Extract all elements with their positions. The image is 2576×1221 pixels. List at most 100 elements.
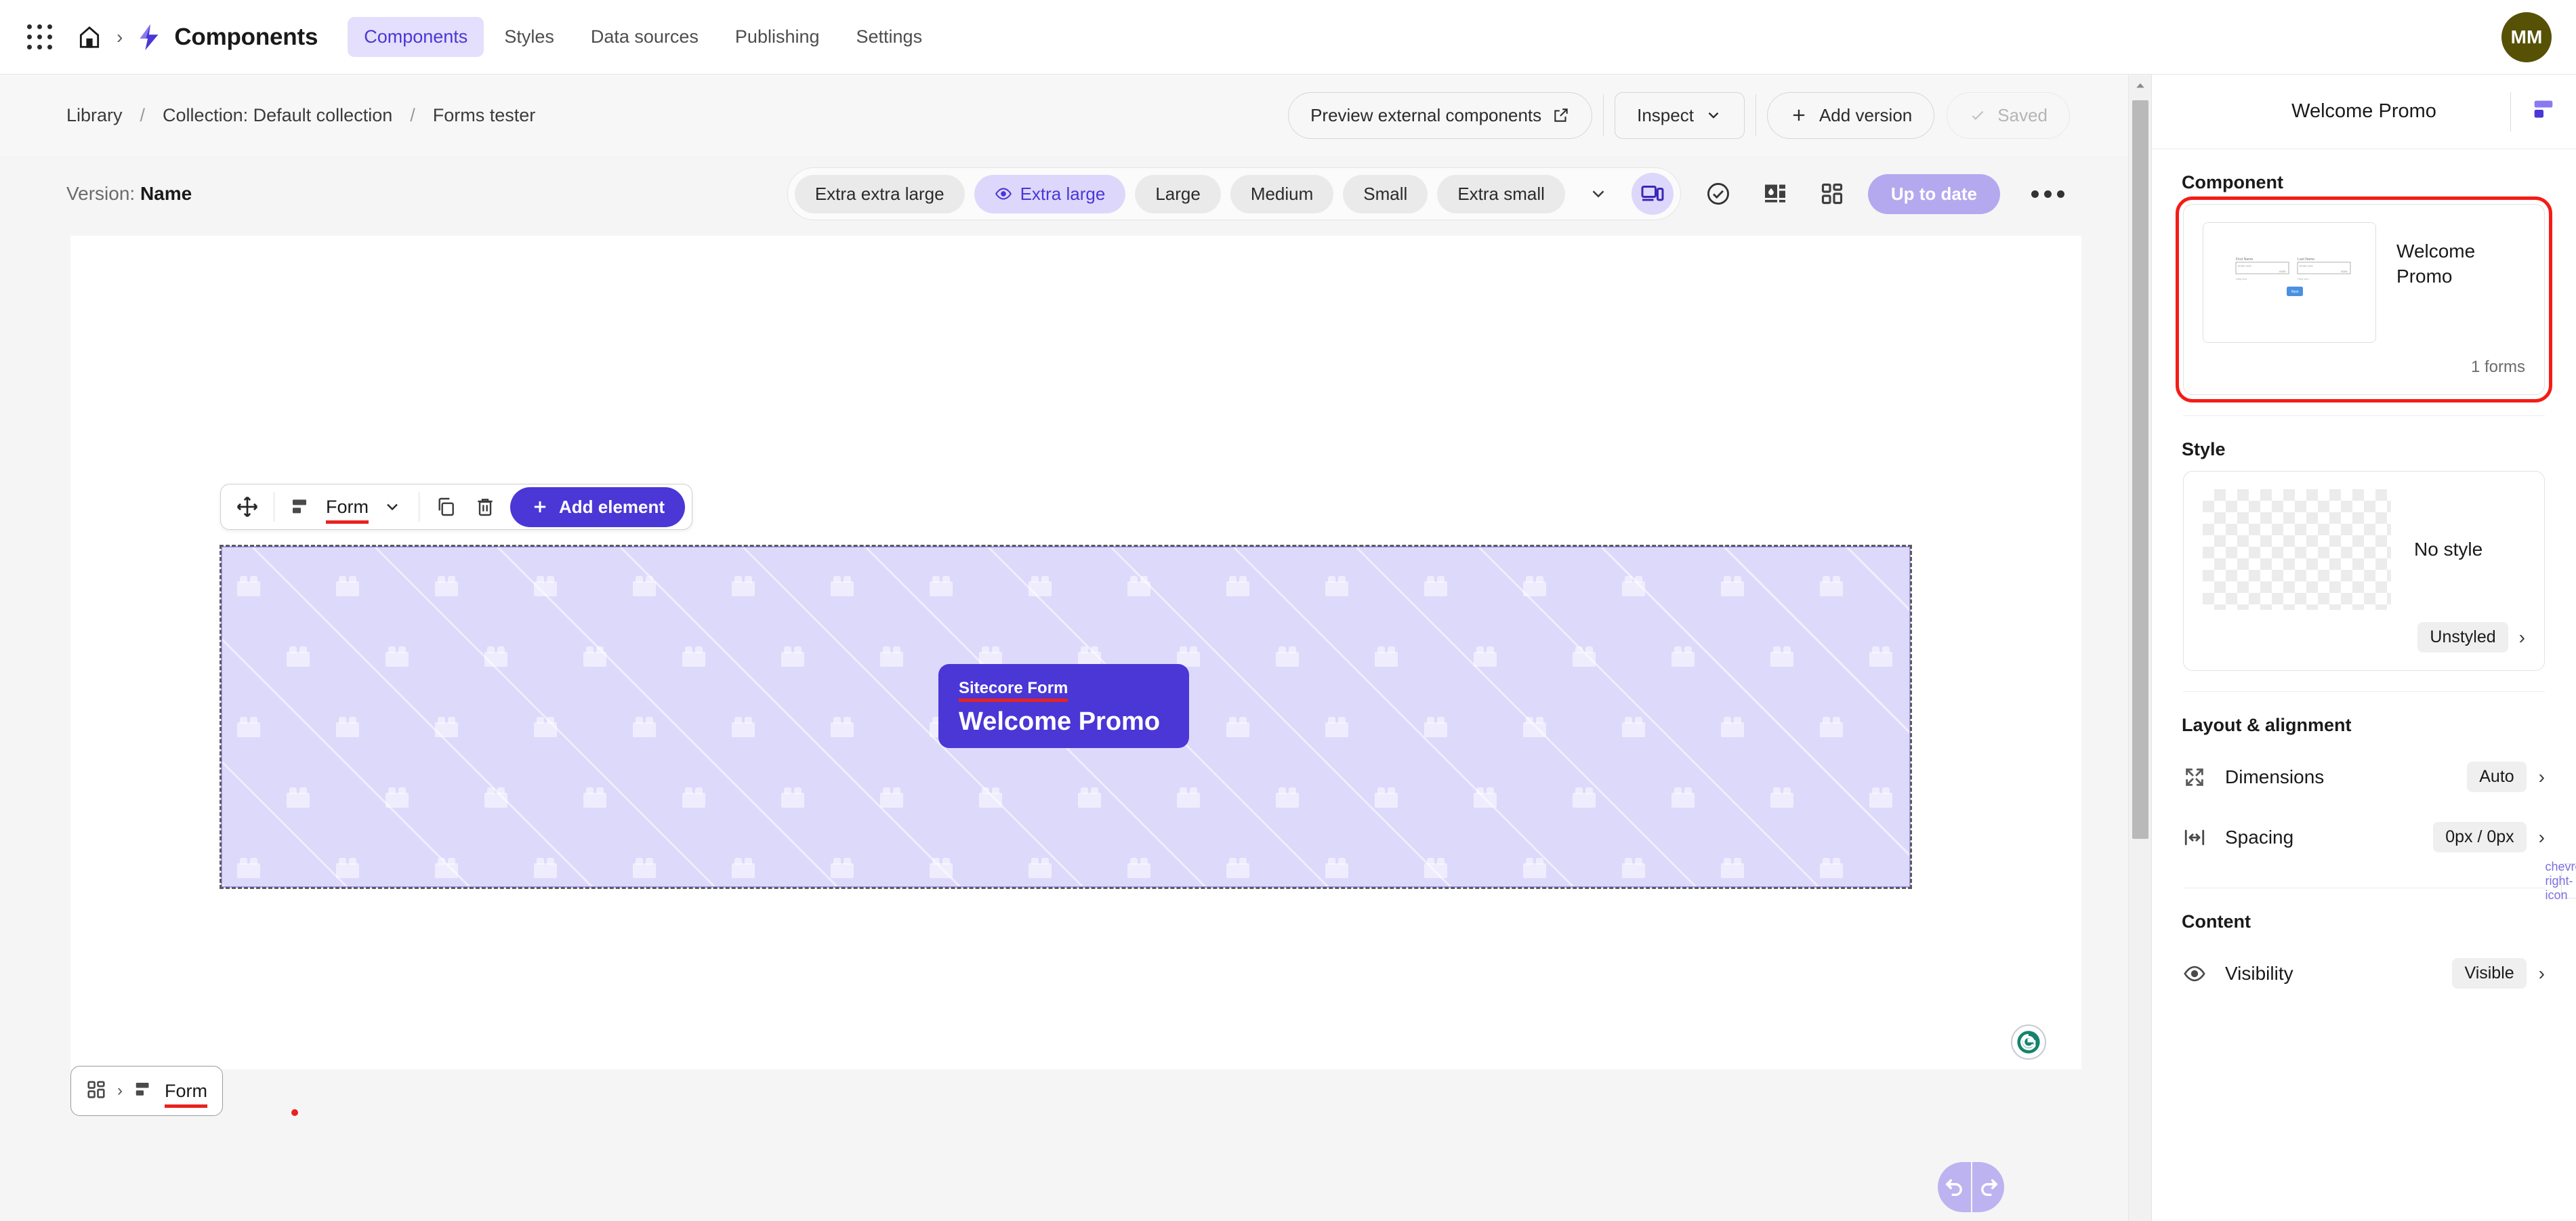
component-card[interactable]: First Name Enter text 0/255 Help text...… xyxy=(2176,196,2552,402)
trash-icon[interactable] xyxy=(465,488,505,526)
layout-blocks-icon[interactable] xyxy=(2530,96,2557,127)
breadcrumb-item-library[interactable]: Library xyxy=(66,105,123,126)
primary-nav: Components Styles Data sources Publishin… xyxy=(348,17,938,57)
user-avatar[interactable]: MM xyxy=(2501,12,2552,62)
tab-publishing[interactable]: Publishing xyxy=(719,17,836,57)
redo-icon[interactable] xyxy=(1971,1162,2004,1212)
components-grid-icon[interactable] xyxy=(1811,173,1853,215)
breadcrumb-action-bar: Library / Collection: Default collection… xyxy=(0,75,2151,156)
breadcrumb-item-current[interactable]: Forms tester xyxy=(433,105,536,126)
move-arrows-icon[interactable] xyxy=(228,488,267,526)
section-title-component: Component xyxy=(2182,172,2283,192)
style-card[interactable]: No style Unstyled › xyxy=(2183,471,2545,671)
breakpoint-extra-large[interactable]: Extra large xyxy=(974,174,1126,213)
properties-panel: Welcome Promo Component First Name Enter… xyxy=(2151,75,2576,1221)
breadcrumb-separator: / xyxy=(410,104,415,125)
scrollbar-up-chevron-up-icon[interactable] xyxy=(2129,75,2151,98)
style-chevron-right-icon[interactable]: › xyxy=(2519,627,2525,648)
path-node-form[interactable]: Form xyxy=(165,1080,207,1108)
panel-header: Welcome Promo xyxy=(2152,75,2576,149)
inspect-button[interactable]: Inspect xyxy=(1615,91,1745,139)
property-row-dimensions[interactable]: Dimensions Auto › xyxy=(2183,747,2545,807)
style-value-badge[interactable]: Unstyled xyxy=(2417,622,2508,653)
svg-text:First Name: First Name xyxy=(2236,257,2253,262)
tab-components[interactable]: Components xyxy=(348,17,484,57)
transparent-checker-swatch xyxy=(2203,489,2391,610)
dimensions-chevron-right-icon[interactable]: › xyxy=(2539,766,2545,788)
version-name: Name xyxy=(140,183,192,204)
tab-styles[interactable]: Styles xyxy=(488,17,570,57)
breakpoint-small[interactable]: Small xyxy=(1343,174,1428,213)
waffle-grid-icon[interactable] xyxy=(20,18,58,56)
breadcrumb-separator: / xyxy=(140,104,146,125)
undo-redo-group xyxy=(1938,1162,2004,1212)
preview-external-components-button[interactable]: Preview external components xyxy=(1288,91,1593,139)
path-separator: › xyxy=(117,1081,123,1100)
inspect-label: Inspect xyxy=(1637,104,1694,125)
top-app-bar: › Components Components Styles Data sour… xyxy=(0,0,2576,75)
add-element-label: Add element xyxy=(559,496,665,517)
tab-data-sources[interactable]: Data sources xyxy=(575,17,715,57)
canvas-scrollbar[interactable] xyxy=(2128,75,2151,1221)
form-card-eyebrow-text: Sitecore Form xyxy=(959,679,1068,697)
breakpoint-medium[interactable]: Medium xyxy=(1230,174,1334,213)
breakpoint-large[interactable]: Large xyxy=(1135,174,1221,213)
property-value-spacing[interactable]: 0px / 0px xyxy=(2433,822,2527,852)
breakpoint-extra-small[interactable]: Extra small xyxy=(1437,174,1565,213)
tab-settings[interactable]: Settings xyxy=(840,17,939,57)
image-layout-icon[interactable] xyxy=(1754,173,1796,215)
dimensions-expand-icon xyxy=(2183,766,2210,789)
form-card-eyebrow: Sitecore Form xyxy=(959,679,1068,702)
spellcheck-underline xyxy=(165,1104,207,1108)
property-value-dimensions[interactable]: Auto xyxy=(2467,762,2527,792)
app-title: Components xyxy=(174,23,318,50)
component-card-name: Welcome Promo xyxy=(2396,241,2476,287)
property-row-visibility[interactable]: Visibility Visible › xyxy=(2183,943,2545,1003)
breakpoint-extra-extra-large[interactable]: Extra extra large xyxy=(794,174,965,213)
property-value-visibility[interactable]: Visible xyxy=(2452,958,2527,989)
svg-text:Help text...: Help text... xyxy=(2298,277,2310,281)
element-type-chevron-down-icon[interactable] xyxy=(373,488,412,526)
version-prefix: Version: xyxy=(66,183,136,204)
responsive-devices-icon[interactable] xyxy=(1631,173,1674,215)
element-type-label[interactable]: Form xyxy=(326,497,369,524)
sitecore-form-placeholder-card[interactable]: Sitecore Form Welcome Promo xyxy=(938,664,1189,748)
action-divider xyxy=(1603,94,1604,136)
form-preview-thumbnail: First Name Enter text 0/255 Help text...… xyxy=(2203,222,2377,343)
spellcheck-underline xyxy=(959,699,1068,702)
status-badge[interactable]: Up to date xyxy=(1867,173,2000,214)
comment-marker-dot[interactable] xyxy=(291,1109,298,1116)
add-element-button[interactable]: Add element xyxy=(510,487,686,527)
breadcrumb-item-collection[interactable]: Collection: Default collection xyxy=(163,105,392,126)
section-title-content: Content xyxy=(2182,911,2251,932)
check-icon xyxy=(1972,110,1984,120)
visibility-chevron-right-icon[interactable]: › xyxy=(2539,963,2545,985)
property-row-spacing[interactable]: Spacing 0px / 0px › xyxy=(2183,807,2545,867)
form-layout-icon xyxy=(281,488,320,526)
home-icon[interactable] xyxy=(73,21,106,54)
plus-icon xyxy=(534,501,546,513)
grammarly-icon[interactable] xyxy=(2011,1025,2046,1060)
path-node-label: Form xyxy=(165,1080,207,1101)
spacing-chevron-right-icon[interactable]: › xyxy=(2539,827,2545,848)
breakpoint-more-chevron-down-icon[interactable] xyxy=(1575,184,1622,204)
panel-collapse-chevron-right-icon[interactable]: chevron-right-icon xyxy=(2545,860,2576,902)
copy-icon[interactable] xyxy=(426,488,465,526)
panel-divider xyxy=(2183,415,2545,416)
components-grid-icon[interactable] xyxy=(86,1079,106,1103)
add-version-button[interactable]: Add version xyxy=(1766,91,1935,139)
section-title-layout-alignment: Layout & alignment xyxy=(2182,715,2352,735)
scrollbar-thumb[interactable] xyxy=(2132,100,2148,839)
more-horizontal-icon[interactable] xyxy=(2024,184,2071,205)
undo-icon[interactable] xyxy=(1938,1162,1971,1212)
breakpoint-extra-large-label: Extra large xyxy=(1020,183,1106,204)
chevron-down-icon xyxy=(1708,112,1719,119)
version-indicator: Version: Name xyxy=(66,183,192,205)
editor-tool-buttons: Up to date xyxy=(1697,173,2071,215)
property-label-dimensions: Dimensions xyxy=(2225,766,2325,787)
form-card-title: Welcome Promo xyxy=(959,707,1161,736)
saved-label: Saved xyxy=(1997,104,2048,125)
element-floating-toolbar: Form Add element xyxy=(220,484,693,530)
svg-text:0/255: 0/255 xyxy=(2341,270,2348,273)
check-circle-icon[interactable] xyxy=(1697,173,1739,215)
